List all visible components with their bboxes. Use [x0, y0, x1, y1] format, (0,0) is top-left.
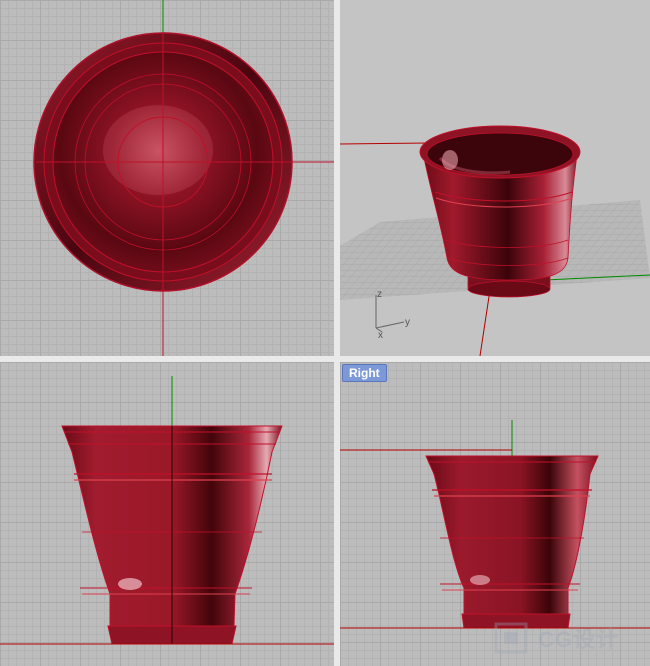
- top-view-canvas: [33, 0, 334, 356]
- perspective-view-canvas: z y x: [340, 125, 650, 356]
- cup-model-front: [61, 425, 283, 645]
- front-view-canvas: [0, 376, 334, 645]
- top-viewport[interactable]: [0, 0, 334, 356]
- axis-gizmo: z y x: [375, 289, 410, 341]
- watermark-text: CG设计: [538, 627, 620, 652]
- front-viewport[interactable]: [0, 362, 334, 666]
- watermark-logo: CG设计: [492, 616, 642, 662]
- perspective-viewport[interactable]: z y x: [340, 0, 650, 356]
- cup-model-right: [425, 455, 599, 629]
- axis-z-label: z: [377, 289, 382, 300]
- watermark-icon: [494, 622, 528, 654]
- axis-y-label: y: [405, 317, 410, 328]
- axis-x-label: x: [378, 330, 383, 341]
- right-viewport[interactable]: Right CG设计: [340, 362, 650, 666]
